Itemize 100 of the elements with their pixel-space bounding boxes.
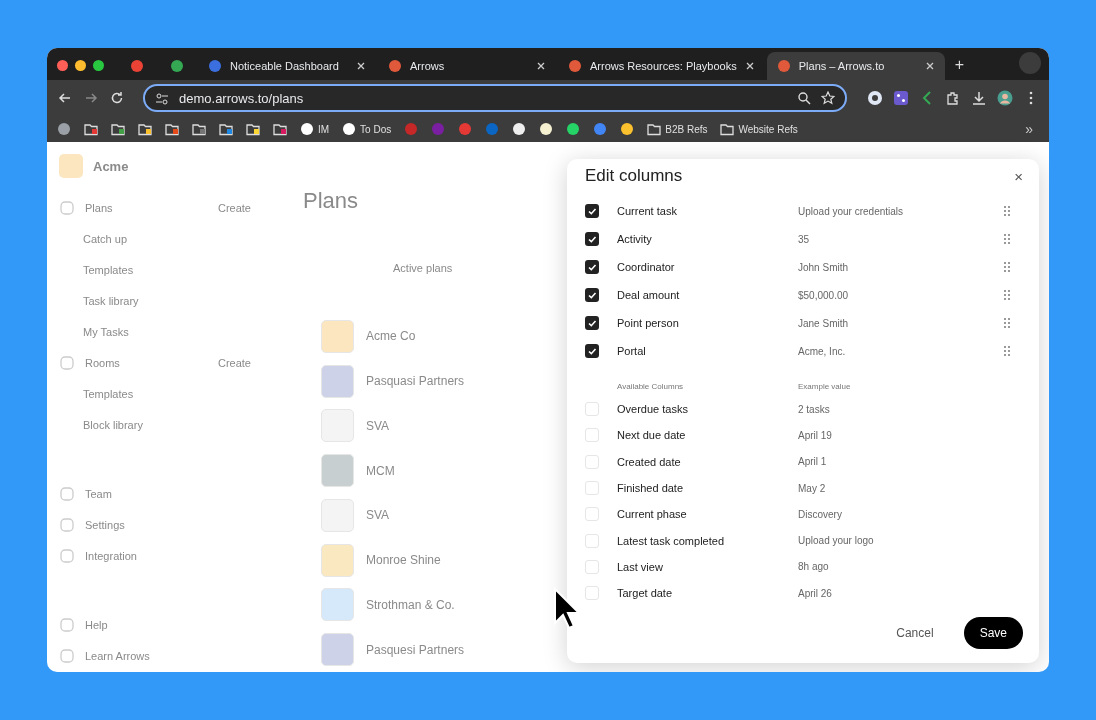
site-icon [566, 122, 581, 136]
column-name: Activity [617, 233, 653, 245]
checkmark-icon [587, 290, 597, 300]
bookmark-folder[interactable] [138, 122, 152, 136]
checkbox[interactable] [585, 260, 599, 274]
nav-item[interactable]: Catch up [83, 232, 128, 245]
column-name: Current task [617, 205, 678, 217]
bookmark-folder[interactable] [111, 122, 125, 136]
nav-item[interactable]: Learn Arrows [85, 649, 150, 662]
plan-name[interactable]: MCM [366, 463, 395, 478]
plan-name[interactable]: SVA [366, 508, 390, 523]
site-icon [512, 122, 527, 136]
bookmark-folder[interactable] [219, 122, 233, 136]
checkbox[interactable] [585, 428, 599, 443]
nav-item[interactable]: My Tasks [83, 325, 129, 338]
column-header: Example value [798, 381, 852, 391]
bookmark[interactable] [512, 122, 527, 136]
checkbox[interactable] [585, 559, 599, 574]
example-value: Jane Smith [798, 317, 850, 329]
nav-item[interactable]: Team [85, 487, 112, 500]
plan-name[interactable]: SVA [366, 418, 390, 433]
column-name: Coordinator [617, 261, 676, 273]
browser-tab[interactable]: Noticeable Dashboard [198, 52, 376, 80]
nav-item[interactable]: Templates [83, 387, 134, 400]
drag-handle-icon[interactable] [1003, 205, 1011, 217]
extension-icon[interactable] [893, 90, 909, 106]
bookmark-folder[interactable]: B2B Refs [647, 122, 708, 136]
cancel-button[interactable]: Cancel [880, 617, 950, 649]
checkbox[interactable] [585, 402, 599, 417]
browser-tab[interactable]: Plans – Arrows.to [766, 52, 945, 80]
bookmark-folder[interactable] [165, 122, 179, 136]
example-value: $50,000.00 [798, 289, 850, 301]
nav-item[interactable]: Settings [85, 518, 125, 531]
browser-tab[interactable]: Arrows [378, 52, 556, 80]
site-icon [458, 122, 473, 136]
bookmark[interactable] [620, 122, 635, 136]
plan-name[interactable]: Acme Co [366, 329, 416, 344]
new-tab-button[interactable]: + [954, 56, 965, 74]
folder-icon [219, 122, 233, 136]
plan-name[interactable]: Pasquesi Partners [366, 642, 465, 657]
extension-icon[interactable] [867, 90, 883, 106]
checkbox[interactable] [585, 507, 599, 522]
close-tab-icon [744, 61, 755, 71]
filter-dropdown[interactable]: Active plans [393, 262, 453, 274]
checkbox[interactable] [585, 533, 599, 548]
drag-handle-icon[interactable] [1003, 345, 1011, 357]
download-icon[interactable] [971, 90, 987, 106]
address-bar[interactable]: demo.arrows.to/plans [143, 84, 847, 112]
close-button[interactable]: × [1014, 167, 1023, 185]
bookmark[interactable] [539, 122, 554, 136]
nav-item[interactable]: Templates [83, 263, 134, 276]
checkbox[interactable] [585, 586, 599, 601]
more-bookmarks-button[interactable]: » [1019, 120, 1039, 138]
close-window-button[interactable] [57, 59, 68, 71]
folder-icon [647, 122, 662, 136]
checkbox[interactable] [585, 481, 599, 496]
checkbox[interactable] [585, 344, 599, 358]
column-name: Last view [617, 560, 664, 573]
bookmark-folder[interactable] [84, 122, 98, 136]
create-link[interactable]: Create [217, 201, 251, 214]
nav-icon [59, 199, 75, 216]
bookmark-folder[interactable] [273, 122, 287, 136]
example-value: Upload your credentials [798, 205, 905, 217]
drag-handle-icon[interactable] [1003, 261, 1011, 273]
nav-item[interactable]: Block library [83, 418, 143, 431]
nav-item[interactable]: Task library [83, 294, 139, 307]
browser-tab[interactable]: Arrows Resources: Playbooks [558, 52, 765, 80]
nav-item[interactable]: Rooms [85, 356, 120, 369]
plan-name[interactable]: Monroe Shine [366, 553, 441, 568]
drag-handle-icon[interactable] [1003, 233, 1011, 245]
plan-name[interactable]: Pasquasi Partners [366, 374, 465, 389]
bookmark[interactable]: IM [300, 122, 330, 136]
drag-handle-icon[interactable] [1003, 289, 1011, 301]
puzzle-icon[interactable] [945, 90, 961, 106]
save-button[interactable]: Save [963, 617, 1023, 649]
reload-icon[interactable] [109, 90, 125, 106]
minimize-window-button[interactable] [75, 59, 86, 71]
nav-item[interactable]: Integration [85, 549, 137, 562]
bookmark-folder[interactable]: Website Refs [720, 122, 798, 136]
folder-icon [720, 122, 735, 136]
bookmark-folder[interactable] [192, 122, 206, 136]
checkbox[interactable] [585, 454, 599, 469]
create-link[interactable]: Create [217, 356, 251, 369]
bookmark-folder[interactable] [246, 122, 260, 136]
checkbox[interactable] [585, 204, 599, 218]
checkbox[interactable] [585, 232, 599, 246]
bookmark[interactable] [566, 122, 581, 136]
nav-item[interactable]: Plans [85, 201, 113, 214]
checkbox[interactable] [585, 316, 599, 330]
favicon-icon [388, 59, 402, 73]
workspace-name[interactable]: Acme [93, 158, 129, 174]
checkbox[interactable] [585, 288, 599, 302]
bookmark[interactable]: To Dos [342, 122, 392, 136]
column-name: Overdue tasks [617, 403, 689, 416]
profile-avatar-icon[interactable] [997, 90, 1013, 106]
bookmark[interactable] [57, 122, 71, 136]
drag-handle-icon[interactable] [1003, 317, 1011, 329]
plan-name[interactable]: Strothman & Co. [366, 597, 455, 612]
nav-item[interactable]: Help [85, 618, 108, 631]
maximize-window-button[interactable] [93, 59, 104, 71]
